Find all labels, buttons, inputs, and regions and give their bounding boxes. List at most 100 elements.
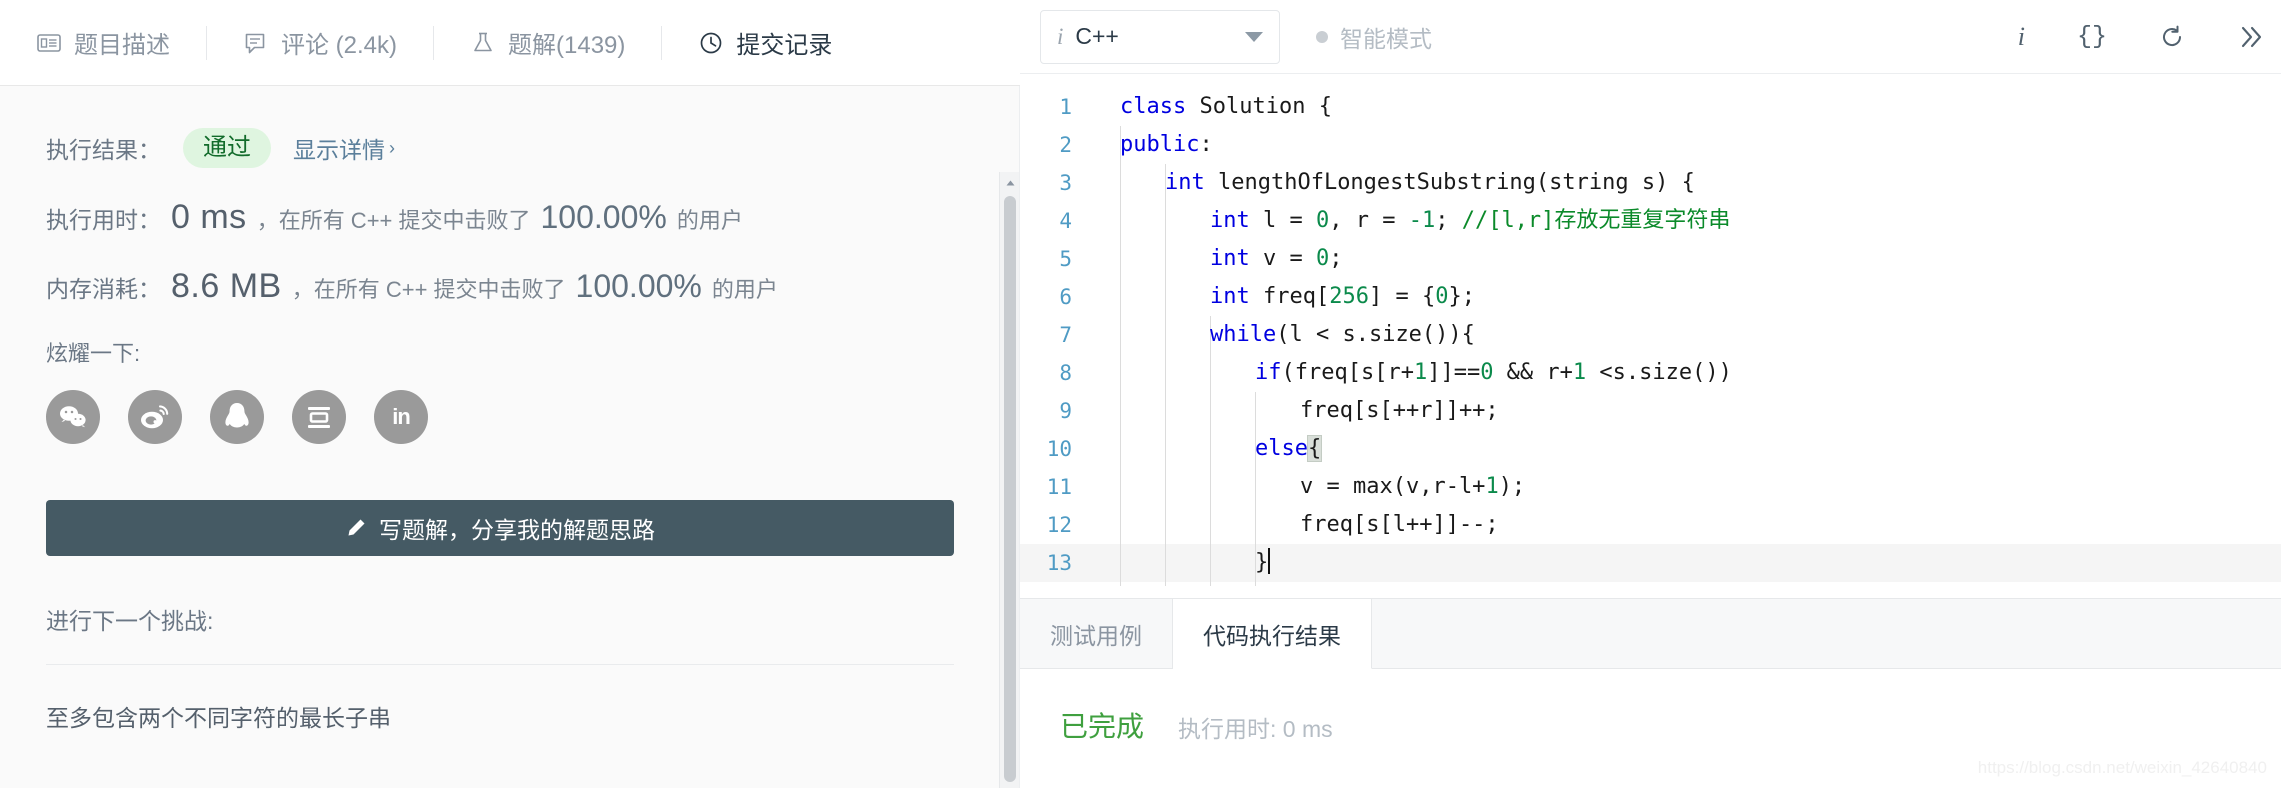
tab-description[interactable]: 题目描述	[0, 0, 206, 86]
code-line[interactable]: 12 freq[s[l++]]--;	[1020, 506, 2281, 544]
code-text: int v = 0;	[1098, 240, 1342, 278]
code-token: 0	[1480, 360, 1494, 385]
code-token: if	[1255, 360, 1282, 385]
expand-right-icon[interactable]	[2237, 24, 2263, 50]
execution-result-row: 执行结果： 通过 显示详情 ›	[46, 128, 954, 168]
memory-suffix: 的用户	[711, 277, 778, 302]
left-scrollbar-thumb[interactable]	[1004, 196, 1016, 782]
text-cursor	[1268, 548, 1271, 574]
code-token: Solution {	[1199, 94, 1332, 119]
format-braces-icon[interactable]: {}	[2077, 22, 2107, 51]
left-scrollbar[interactable]	[999, 172, 1019, 788]
submission-detail-body: 执行结果： 通过 显示详情 › 执行用时： 0 ms ，在所有 C++ 提交中击…	[0, 86, 1020, 788]
tab-solutions[interactable]: 题解(1439)	[434, 0, 661, 86]
left-panel: 题目描述 评论 (2.4k) 题解(1439) 提交记录 执行结果： 通过 显示…	[0, 0, 1020, 788]
leetcode-submission-page: 题目描述 评论 (2.4k) 题解(1439) 提交记录 执行结果： 通过 显示…	[0, 0, 2281, 788]
social-share-list: in	[46, 390, 954, 444]
tab-comments[interactable]: 评论 (2.4k)	[207, 0, 433, 86]
code-token: (l < s.size()){	[1276, 322, 1475, 347]
tab-label: 题目描述	[74, 32, 170, 59]
line-number: 6	[1059, 285, 1072, 309]
code-text: public:	[1098, 126, 1213, 164]
line-number: 5	[1059, 247, 1072, 271]
smart-mode-toggle[interactable]: 智能模式	[1316, 20, 1432, 54]
language-select[interactable]: i C++	[1040, 9, 1280, 64]
next-challenge-label: 进行下一个挑战:	[46, 608, 214, 634]
code-token: 1	[1572, 360, 1587, 385]
chevron-down-icon	[1245, 31, 1263, 42]
pencil-icon	[345, 517, 367, 539]
info-icon[interactable]: i	[2018, 22, 2025, 52]
write-solution-label: 写题解，分享我的解题思路	[379, 517, 655, 543]
submission-card: 执行结果： 通过 显示详情 › 执行用时： 0 ms ，在所有 C++ 提交中击…	[0, 86, 1000, 733]
code-line[interactable]: 11 v = max(v,r-l+1);	[1020, 468, 2281, 506]
weibo-icon[interactable]	[128, 390, 182, 444]
code-line[interactable]: 1 class Solution {	[1020, 88, 2281, 126]
douban-icon[interactable]	[292, 390, 346, 444]
code-line[interactable]: 13}	[1020, 544, 2281, 582]
status-badge: 通过	[183, 128, 271, 168]
line-number: 4	[1059, 209, 1072, 233]
code-token: ;	[1435, 208, 1462, 233]
linkedin-icon[interactable]: in	[374, 390, 428, 444]
next-challenge-title[interactable]: 至多包含两个不同字符的最长子串	[46, 699, 954, 733]
scroll-up-arrow-icon[interactable]	[1000, 172, 1019, 194]
code-token: , r =	[1329, 208, 1409, 233]
code-line[interactable]: 5 int v = 0;	[1020, 240, 2281, 278]
code-token: class	[1120, 94, 1200, 119]
code-text: freq[s[++r]]++;	[1098, 392, 1499, 430]
code-line[interactable]: 10 else{	[1020, 430, 2281, 468]
code-lines[interactable]: 1 class Solution {2 public: 3 int lengthOfLo…	[1020, 74, 2281, 582]
code-text: freq[s[l++]]--;	[1098, 506, 1499, 544]
line-number: 7	[1059, 323, 1072, 347]
code-line[interactable]: 9 freq[s[++r]]++;	[1020, 392, 2281, 430]
code-line[interactable]: 6 int freq[256] = {0};	[1020, 278, 2281, 316]
code-token: v =	[1262, 246, 1316, 271]
language-value: C++	[1075, 23, 1119, 49]
chevron-right-icon: ›	[389, 137, 395, 158]
code-token: int	[1210, 246, 1263, 271]
code-token: );	[1498, 474, 1526, 499]
editor-action-icons: i {}	[2018, 22, 2281, 52]
tab-testcase[interactable]: 测试用例	[1020, 599, 1173, 668]
tab-label: 测试用例	[1050, 622, 1142, 649]
code-editor[interactable]: 1 class Solution {2 public: 3 int lengthOfLo…	[1020, 74, 2281, 598]
code-text: class Solution {	[1098, 88, 1332, 126]
console-panel: 测试用例 代码执行结果 已完成 执行用时: 0 ms https://blog.…	[1020, 598, 2281, 788]
wechat-icon[interactable]	[46, 390, 100, 444]
code-line[interactable]: 2 public:	[1020, 126, 2281, 164]
memory-value: 8.6 MB	[171, 267, 282, 305]
linkedin-label: in	[392, 404, 411, 429]
code-token: v = max(v,r-l+	[1300, 474, 1486, 499]
code-line[interactable]: 8 if(freq[s[r+1]]==0 && r+1 <s.size())	[1020, 354, 2281, 392]
show-detail-link[interactable]: 显示详情 ›	[293, 131, 395, 165]
code-text: else{	[1098, 430, 1323, 468]
line-number: 3	[1059, 171, 1072, 195]
code-text: int freq[256] = {0};	[1098, 278, 1475, 316]
code-token: }	[1255, 550, 1269, 575]
code-line[interactable]: 4 int l = 0, r = -1; //[l,r]存放无重复字符串	[1020, 202, 2281, 240]
right-panel: i C++ 智能模式 i {} 1 class Solution {2 pub…	[1020, 0, 2281, 788]
tab-run-result[interactable]: 代码执行结果	[1173, 599, 1372, 669]
clock-icon	[698, 30, 724, 56]
editor-toolbar: i C++ 智能模式 i {}	[1020, 0, 2281, 74]
share-label: 炫耀一下:	[46, 341, 141, 366]
line-number: 2	[1059, 133, 1072, 157]
code-text: if(freq[s[r+1]]==0 && r+1 <s.size())	[1098, 354, 1732, 392]
reset-icon[interactable]	[2159, 24, 2185, 50]
code-token: <s.size())	[1586, 360, 1732, 385]
code-line[interactable]: 7 while(l < s.size()){	[1020, 316, 2281, 354]
execution-result-label: 执行结果：	[46, 137, 161, 163]
code-token: 0	[1435, 284, 1449, 309]
tab-submissions[interactable]: 提交记录	[662, 0, 868, 86]
tab-label: 提交记录	[736, 32, 833, 59]
memory-comparison-text: ，在所有 C++ 提交中击败了	[291, 277, 566, 302]
qq-icon[interactable]	[210, 390, 264, 444]
write-solution-button[interactable]: 写题解，分享我的解题思路	[46, 500, 954, 556]
code-token: :	[1199, 132, 1213, 157]
tab-label: 代码执行结果	[1203, 622, 1341, 649]
code-token: {	[1306, 435, 1323, 462]
code-line[interactable]: 3 int lengthOfLongestSubstring(string s) …	[1020, 164, 2281, 202]
status-dot-icon	[1316, 30, 1328, 43]
code-token: freq[	[1262, 284, 1330, 309]
